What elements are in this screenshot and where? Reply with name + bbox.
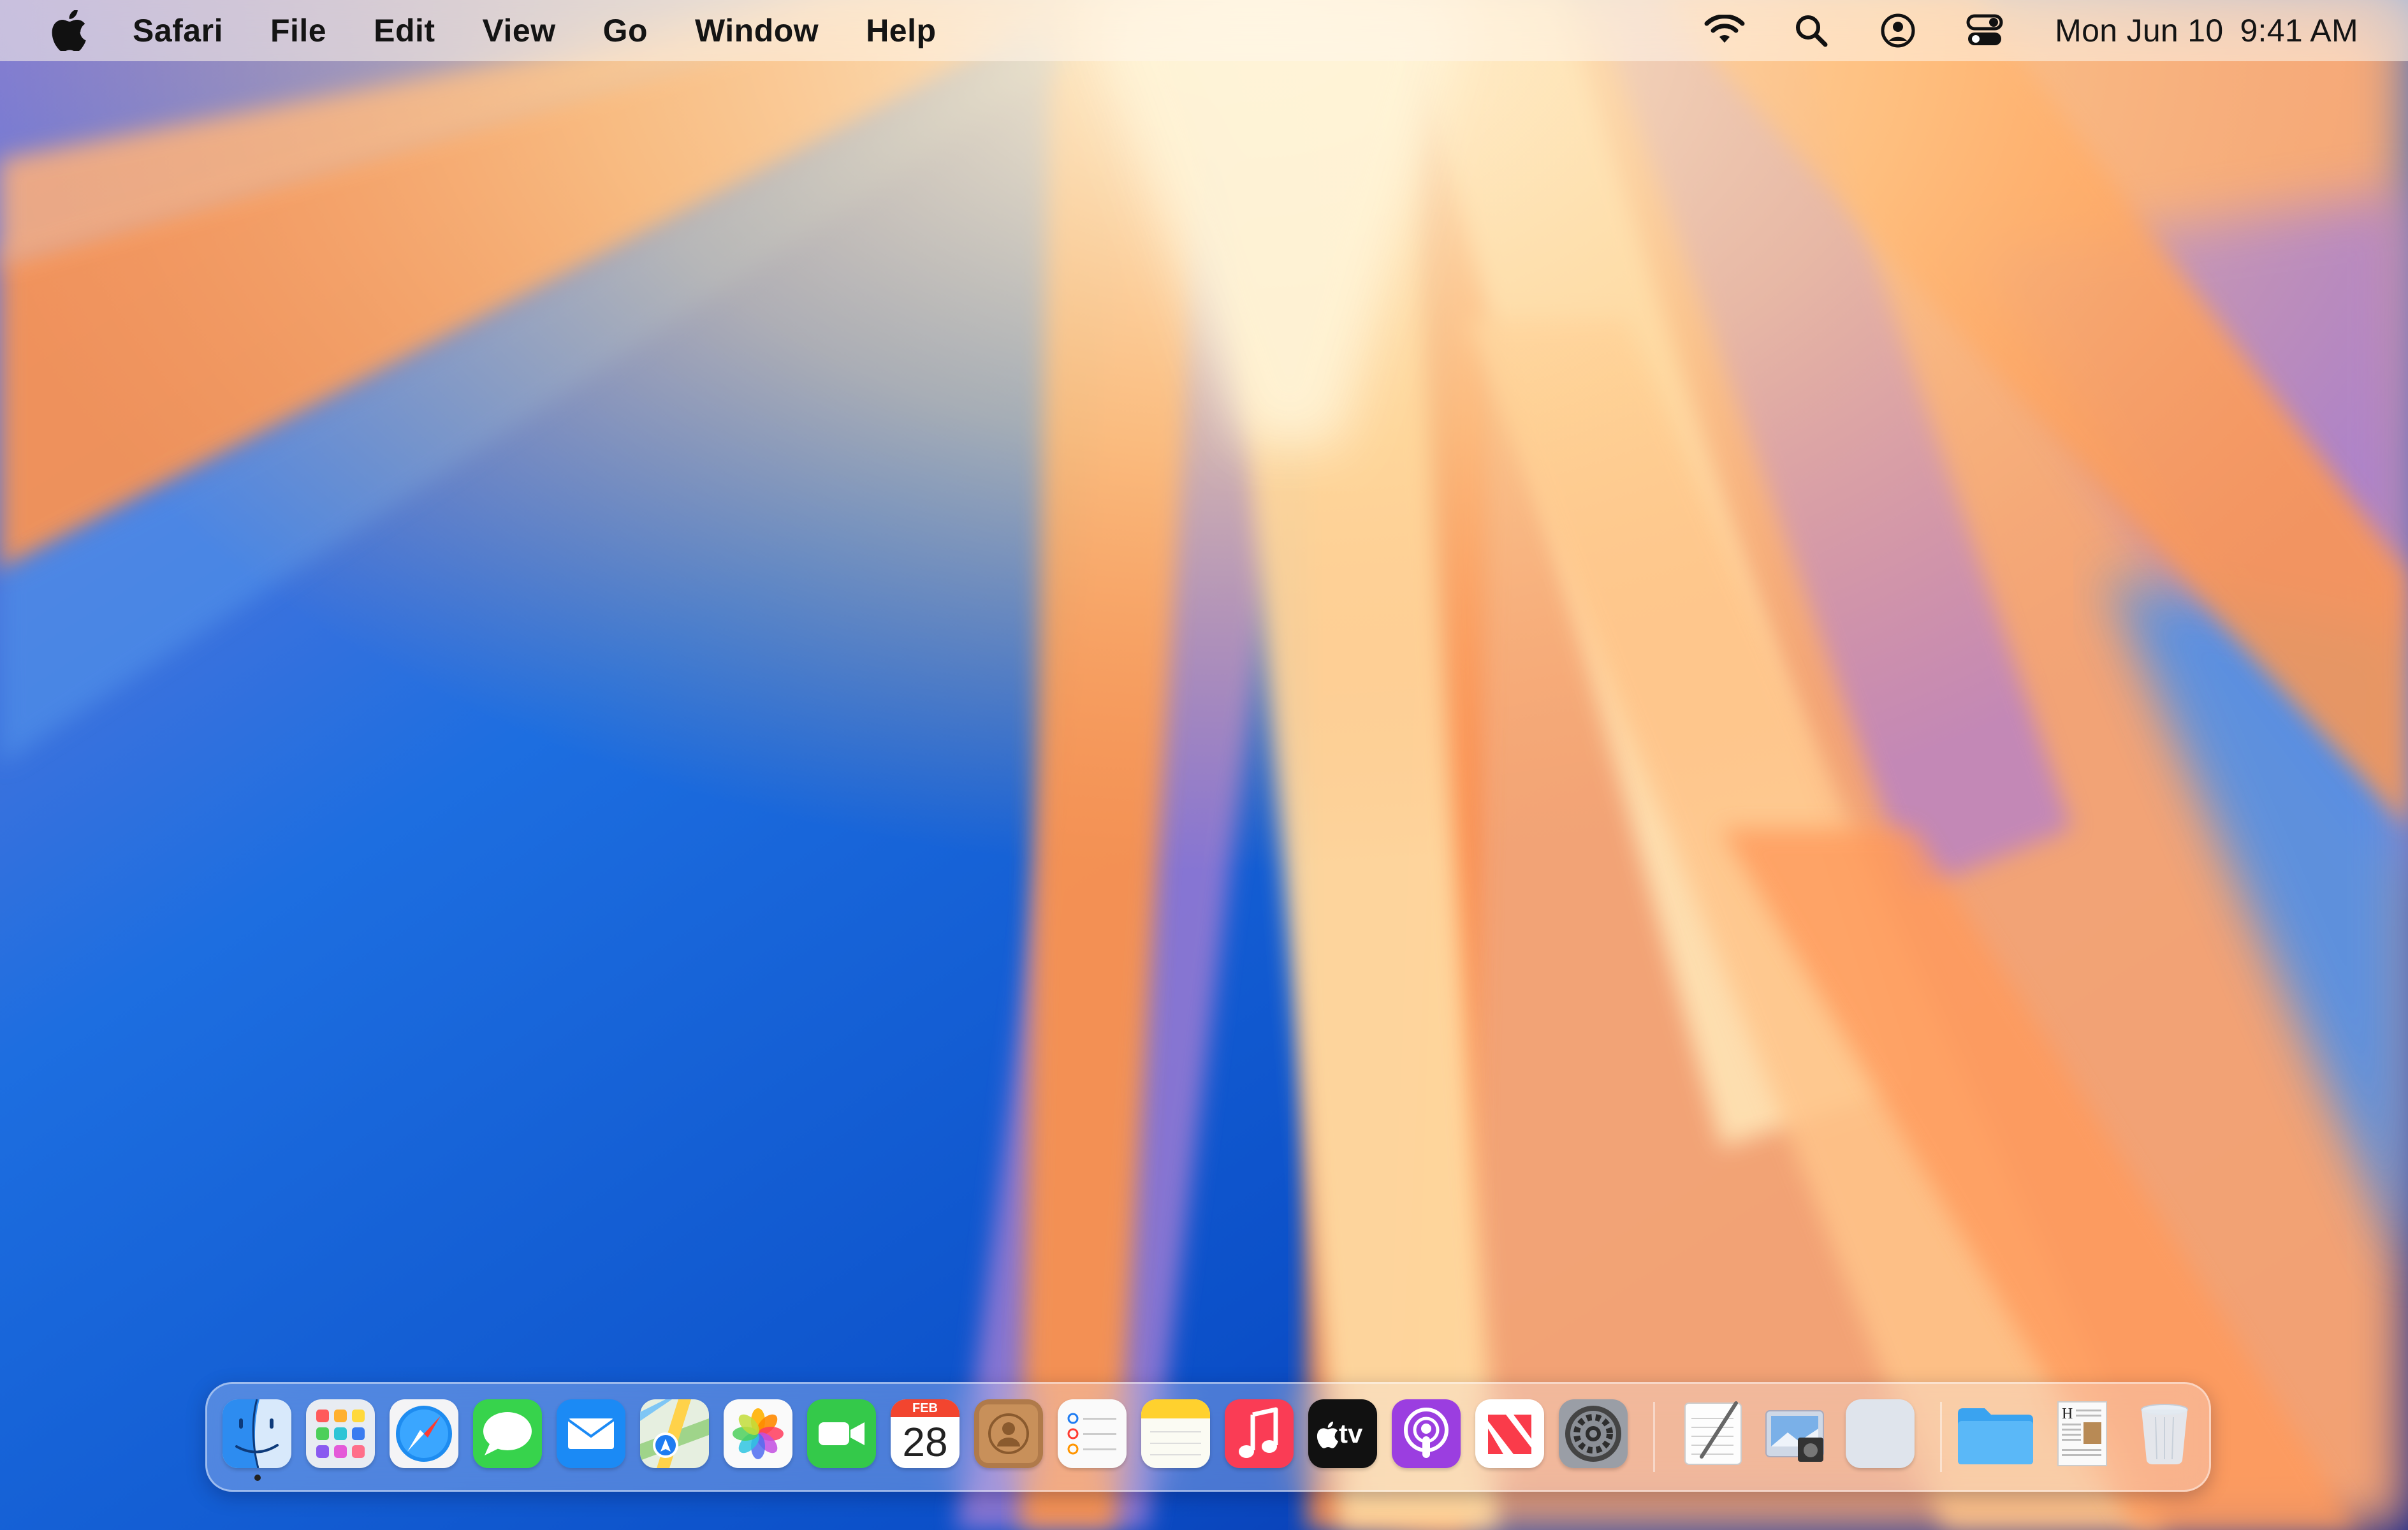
textedit-icon[interactable] — [1679, 1399, 1748, 1468]
folder-icon[interactable] — [1954, 1399, 2037, 1468]
maps-icon[interactable] — [640, 1399, 709, 1468]
user-account-icon[interactable] — [1872, 0, 1923, 61]
mail-icon[interactable] — [557, 1399, 625, 1468]
finder-icon[interactable] — [223, 1399, 291, 1468]
menu-file[interactable]: File — [270, 0, 326, 61]
news-icon[interactable] — [1475, 1399, 1544, 1468]
menu-clock[interactable]: Mon Jun 10 9:41 AM — [2055, 12, 2358, 49]
menu-edit[interactable]: Edit — [374, 0, 435, 61]
clock-time: 9:41 AM — [2240, 13, 2358, 48]
trash-icon[interactable] — [2130, 1399, 2199, 1468]
document-icon[interactable]: H — [2048, 1399, 2117, 1468]
blank-app-icon[interactable] — [1846, 1399, 1915, 1468]
launchpad-icon[interactable] — [306, 1399, 375, 1468]
calendar-icon[interactable]: FEB 28 — [891, 1399, 960, 1468]
desktop-wallpaper — [0, 0, 2408, 1530]
podcasts-icon[interactable] — [1392, 1399, 1461, 1468]
notes-icon[interactable] — [1141, 1399, 1210, 1468]
system-settings-icon[interactable] — [1559, 1399, 1628, 1468]
search-icon[interactable] — [1786, 0, 1837, 61]
menu-bar: Safari File Edit View Go Window Help Mon… — [0, 0, 2408, 61]
clock-date: Mon Jun 10 — [2055, 13, 2224, 48]
wifi-icon[interactable] — [1699, 0, 1750, 61]
messages-icon[interactable] — [473, 1399, 542, 1468]
photos-icon[interactable] — [724, 1399, 792, 1468]
svg-text:H: H — [2062, 1406, 2073, 1422]
dock-separator — [1940, 1402, 1942, 1472]
control-center-icon[interactable] — [1959, 0, 2010, 61]
menu-window[interactable]: Window — [695, 0, 819, 61]
safari-icon[interactable] — [390, 1399, 458, 1468]
menu-view[interactable]: View — [483, 0, 556, 61]
apple-menu-icon[interactable] — [46, 0, 93, 61]
menu-app-name[interactable]: Safari — [133, 0, 223, 61]
apple-tv-label: tv — [1339, 1418, 1363, 1448]
calendar-day: 28 — [902, 1419, 948, 1465]
music-icon[interactable] — [1225, 1399, 1294, 1468]
dock-separator — [1653, 1402, 1655, 1472]
menu-help[interactable]: Help — [866, 0, 936, 61]
running-indicator — [254, 1475, 261, 1481]
contacts-icon[interactable] — [974, 1399, 1043, 1468]
apple-tv-icon[interactable]: tv — [1308, 1399, 1377, 1468]
preview-icon[interactable] — [1762, 1399, 1831, 1468]
facetime-icon[interactable] — [807, 1399, 876, 1468]
reminders-icon[interactable] — [1058, 1399, 1127, 1468]
dock: FEB 28 tv H — [205, 1382, 2211, 1492]
menu-go[interactable]: Go — [603, 0, 648, 61]
